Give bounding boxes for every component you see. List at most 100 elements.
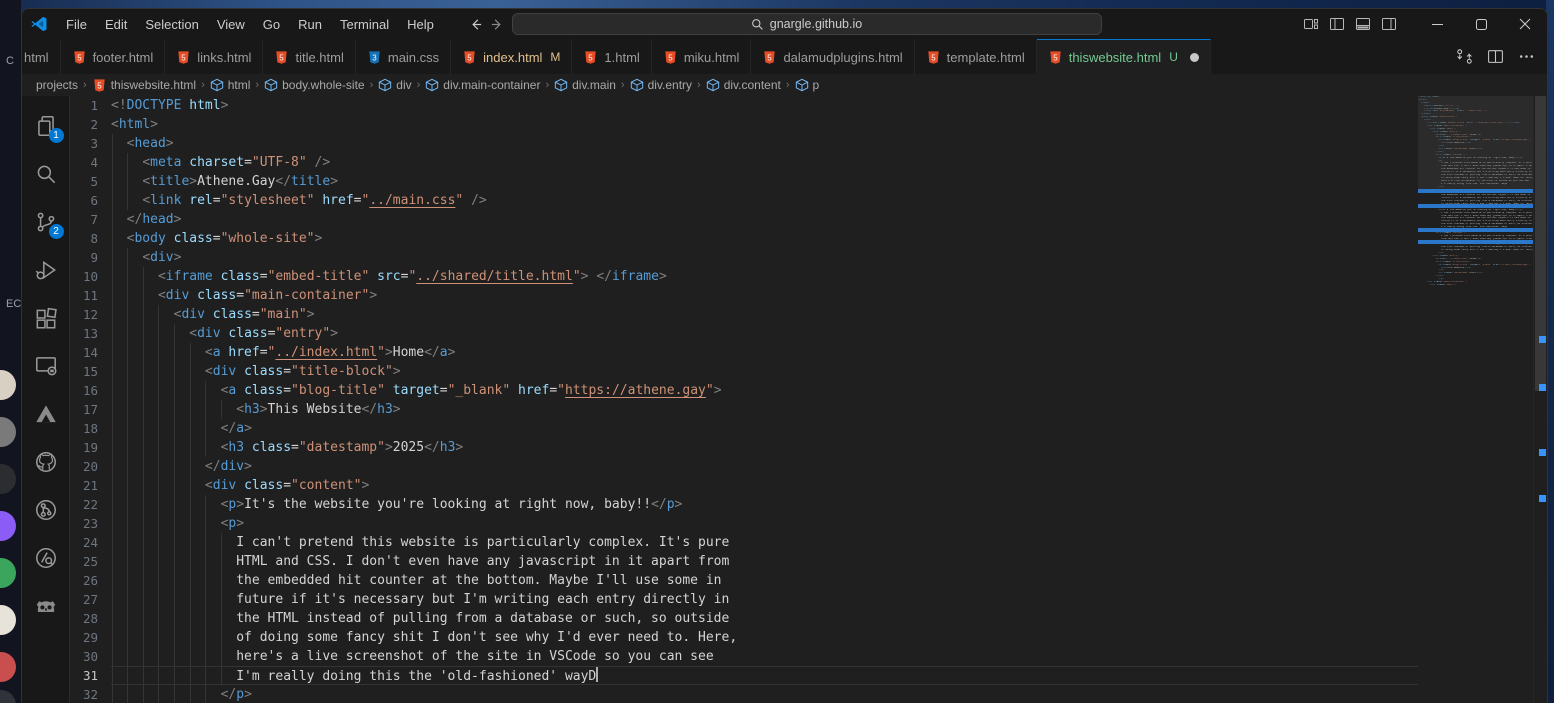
menu-view[interactable]: View (209, 14, 253, 35)
code-line-6[interactable]: 6 <link rel="stylesheet" href="../main.c… (70, 191, 1418, 210)
code-line-10[interactable]: 10 <iframe class="embed-title" src="../s… (70, 267, 1418, 286)
code-line-9[interactable]: 9 <div> (70, 248, 1418, 267)
extensions-icon[interactable] (22, 294, 70, 342)
minimize-button[interactable] (1415, 9, 1459, 39)
tab-footer-html[interactable]: 5footer.html (61, 39, 166, 74)
tab-index-html[interactable]: 5index.htmlM (451, 39, 572, 74)
gitlens-icon[interactable] (22, 486, 70, 534)
more-actions-icon[interactable] (1518, 48, 1535, 65)
tab-miku-html[interactable]: 5miku.html (652, 39, 752, 74)
code-line-18[interactable]: 18 </a> (70, 419, 1418, 438)
code-line-19[interactable]: 19 <h3 class="datestamp">2025</h3> (70, 438, 1418, 457)
menu-help[interactable]: Help (399, 14, 442, 35)
code-line-16[interactable]: 16 <a class="blog-title" target="_blank"… (70, 381, 1418, 400)
code-line-31[interactable]: 31 I'm really doing this the 'old-fashio… (70, 666, 1418, 685)
code-line-24[interactable]: 24 I can't pretend this website is parti… (70, 533, 1418, 552)
breadcrumb-item-thiswebsite-html[interactable]: 5thiswebsite.html (92, 78, 196, 93)
run-debug-icon[interactable] (22, 246, 70, 294)
menu-edit[interactable]: Edit (97, 14, 135, 35)
split-editor-icon[interactable] (1487, 48, 1504, 65)
github-icon[interactable] (22, 438, 70, 486)
code-line-2[interactable]: 2<html> (70, 115, 1418, 134)
code-line-13[interactable]: 13 <div class="entry"> (70, 324, 1418, 343)
search-icon (751, 18, 764, 31)
svg-text:5: 5 (931, 53, 936, 62)
code-line-23[interactable]: 23 <p> (70, 514, 1418, 533)
code-line-32[interactable]: 32 </p> (70, 685, 1418, 703)
code-line-26[interactable]: 26 the embedded hit counter at the botto… (70, 571, 1418, 590)
search-icon[interactable] (22, 150, 70, 198)
tab-links-html[interactable]: 5links.html (165, 39, 263, 74)
menu-file[interactable]: File (58, 14, 95, 35)
tab-template-html[interactable]: 5template.html (915, 39, 1037, 74)
breadcrumb-item-div-main[interactable]: div.main (554, 78, 616, 92)
breadcrumb-item-div-content[interactable]: div.content (706, 78, 781, 92)
toggle-secondary-sidebar-icon[interactable] (1381, 16, 1397, 32)
indent-guide (127, 153, 128, 172)
tab-title-html[interactable]: 5title.html (263, 39, 355, 74)
indent-guide (174, 628, 175, 647)
menu-run[interactable]: Run (290, 14, 330, 35)
indent-guide (174, 438, 175, 457)
tab-thiswebsite-html[interactable]: 5thiswebsite.htmlU (1037, 39, 1211, 74)
breadcrumb-item-p[interactable]: p (795, 78, 820, 92)
editor-scrollbar[interactable] (1533, 96, 1547, 703)
breadcrumb-item-html[interactable]: html (210, 78, 251, 92)
tab-1-html[interactable]: 51.html (572, 39, 651, 74)
code-line-1[interactable]: 1<!DOCTYPE html> (70, 96, 1418, 115)
menu-go[interactable]: Go (255, 14, 288, 35)
toggle-panel-icon[interactable] (1355, 16, 1371, 32)
code-editor[interactable]: 1<!DOCTYPE html>2<html>3 <head>4 <meta c… (70, 96, 1418, 703)
code-line-7[interactable]: 7 </head> (70, 210, 1418, 229)
code-line-14[interactable]: 14 <a href="../index.html">Home</a> (70, 343, 1418, 362)
nav-back-button[interactable] (468, 16, 484, 32)
code-line-3[interactable]: 3 <head> (70, 134, 1418, 153)
code-line-21[interactable]: 21 <div class="content"> (70, 476, 1418, 495)
customize-layout-icon[interactable] (1303, 16, 1319, 32)
html-file-icon: 5 (72, 50, 87, 65)
minimap[interactable]: <!DOCTYPE html><html> <head> <meta chars… (1418, 96, 1533, 703)
open-changes-icon[interactable] (1456, 48, 1473, 65)
code-line-25[interactable]: 25 HTML and CSS. I don't even have any j… (70, 552, 1418, 571)
unsaved-dot-icon[interactable] (1190, 53, 1199, 62)
gitlens-inspect-icon[interactable] (22, 534, 70, 582)
breadcrumb-separator: › (368, 79, 376, 91)
nav-forward-button[interactable] (490, 16, 506, 32)
close-button[interactable] (1503, 9, 1547, 39)
code-line-4[interactable]: 4 <meta charset="UTF-8" /> (70, 153, 1418, 172)
breadcrumb-item-div-entry[interactable]: div.entry (630, 78, 692, 92)
tab-dalamudplugins-html[interactable]: 5dalamudplugins.html (751, 39, 914, 74)
breadcrumb-item-body-whole-site[interactable]: body.whole-site (264, 78, 365, 92)
line-number: 19 (70, 438, 111, 457)
source-control-icon[interactable]: 2 (22, 198, 70, 246)
code-line-15[interactable]: 15 <div class="title-block"> (70, 362, 1418, 381)
code-line-20[interactable]: 20 </div> (70, 457, 1418, 476)
menu-terminal[interactable]: Terminal (332, 14, 397, 35)
scrollbar-thumb[interactable] (1535, 96, 1546, 391)
toggle-primary-sidebar-icon[interactable] (1329, 16, 1345, 32)
triangle-extension-icon[interactable] (22, 390, 70, 438)
menu-selection[interactable]: Selection (137, 14, 206, 35)
godot-icon[interactable] (22, 582, 70, 630)
tab-main-css[interactable]: 3main.css (356, 39, 451, 74)
code-line-5[interactable]: 5 <title>Athene.Gay</title> (70, 172, 1418, 191)
explorer-icon[interactable]: 1 (22, 102, 70, 150)
indent-guide (143, 343, 144, 362)
code-line-12[interactable]: 12 <div class="main"> (70, 305, 1418, 324)
breadcrumb-item-projects[interactable]: projects (36, 78, 78, 92)
code-line-22[interactable]: 22 <p>It's the website you're looking at… (70, 495, 1418, 514)
code-line-11[interactable]: 11 <div class="main-container"> (70, 286, 1418, 305)
line-number: 9 (70, 248, 111, 267)
remote-explorer-icon[interactable] (22, 342, 70, 390)
code-line-17[interactable]: 17 <h3>This Website</h3> (70, 400, 1418, 419)
code-line-8[interactable]: 8 <body class="whole-site"> (70, 229, 1418, 248)
breadcrumb-item-div-main-container[interactable]: div.main-container (425, 78, 540, 92)
breadcrumb-item-div[interactable]: div (378, 78, 411, 92)
code-line-29[interactable]: 29 of doing some fancy shit I don't see … (70, 628, 1418, 647)
code-line-30[interactable]: 30 here's a live screenshot of the site … (70, 647, 1418, 666)
command-center-search[interactable]: gnargle.github.io (512, 13, 1102, 35)
maximize-button[interactable] (1459, 9, 1503, 39)
tab-html[interactable]: html (22, 39, 61, 74)
code-line-28[interactable]: 28 the HTML instead of pulling from a da… (70, 609, 1418, 628)
code-line-27[interactable]: 27 future if it's necessary but I'm writ… (70, 590, 1418, 609)
